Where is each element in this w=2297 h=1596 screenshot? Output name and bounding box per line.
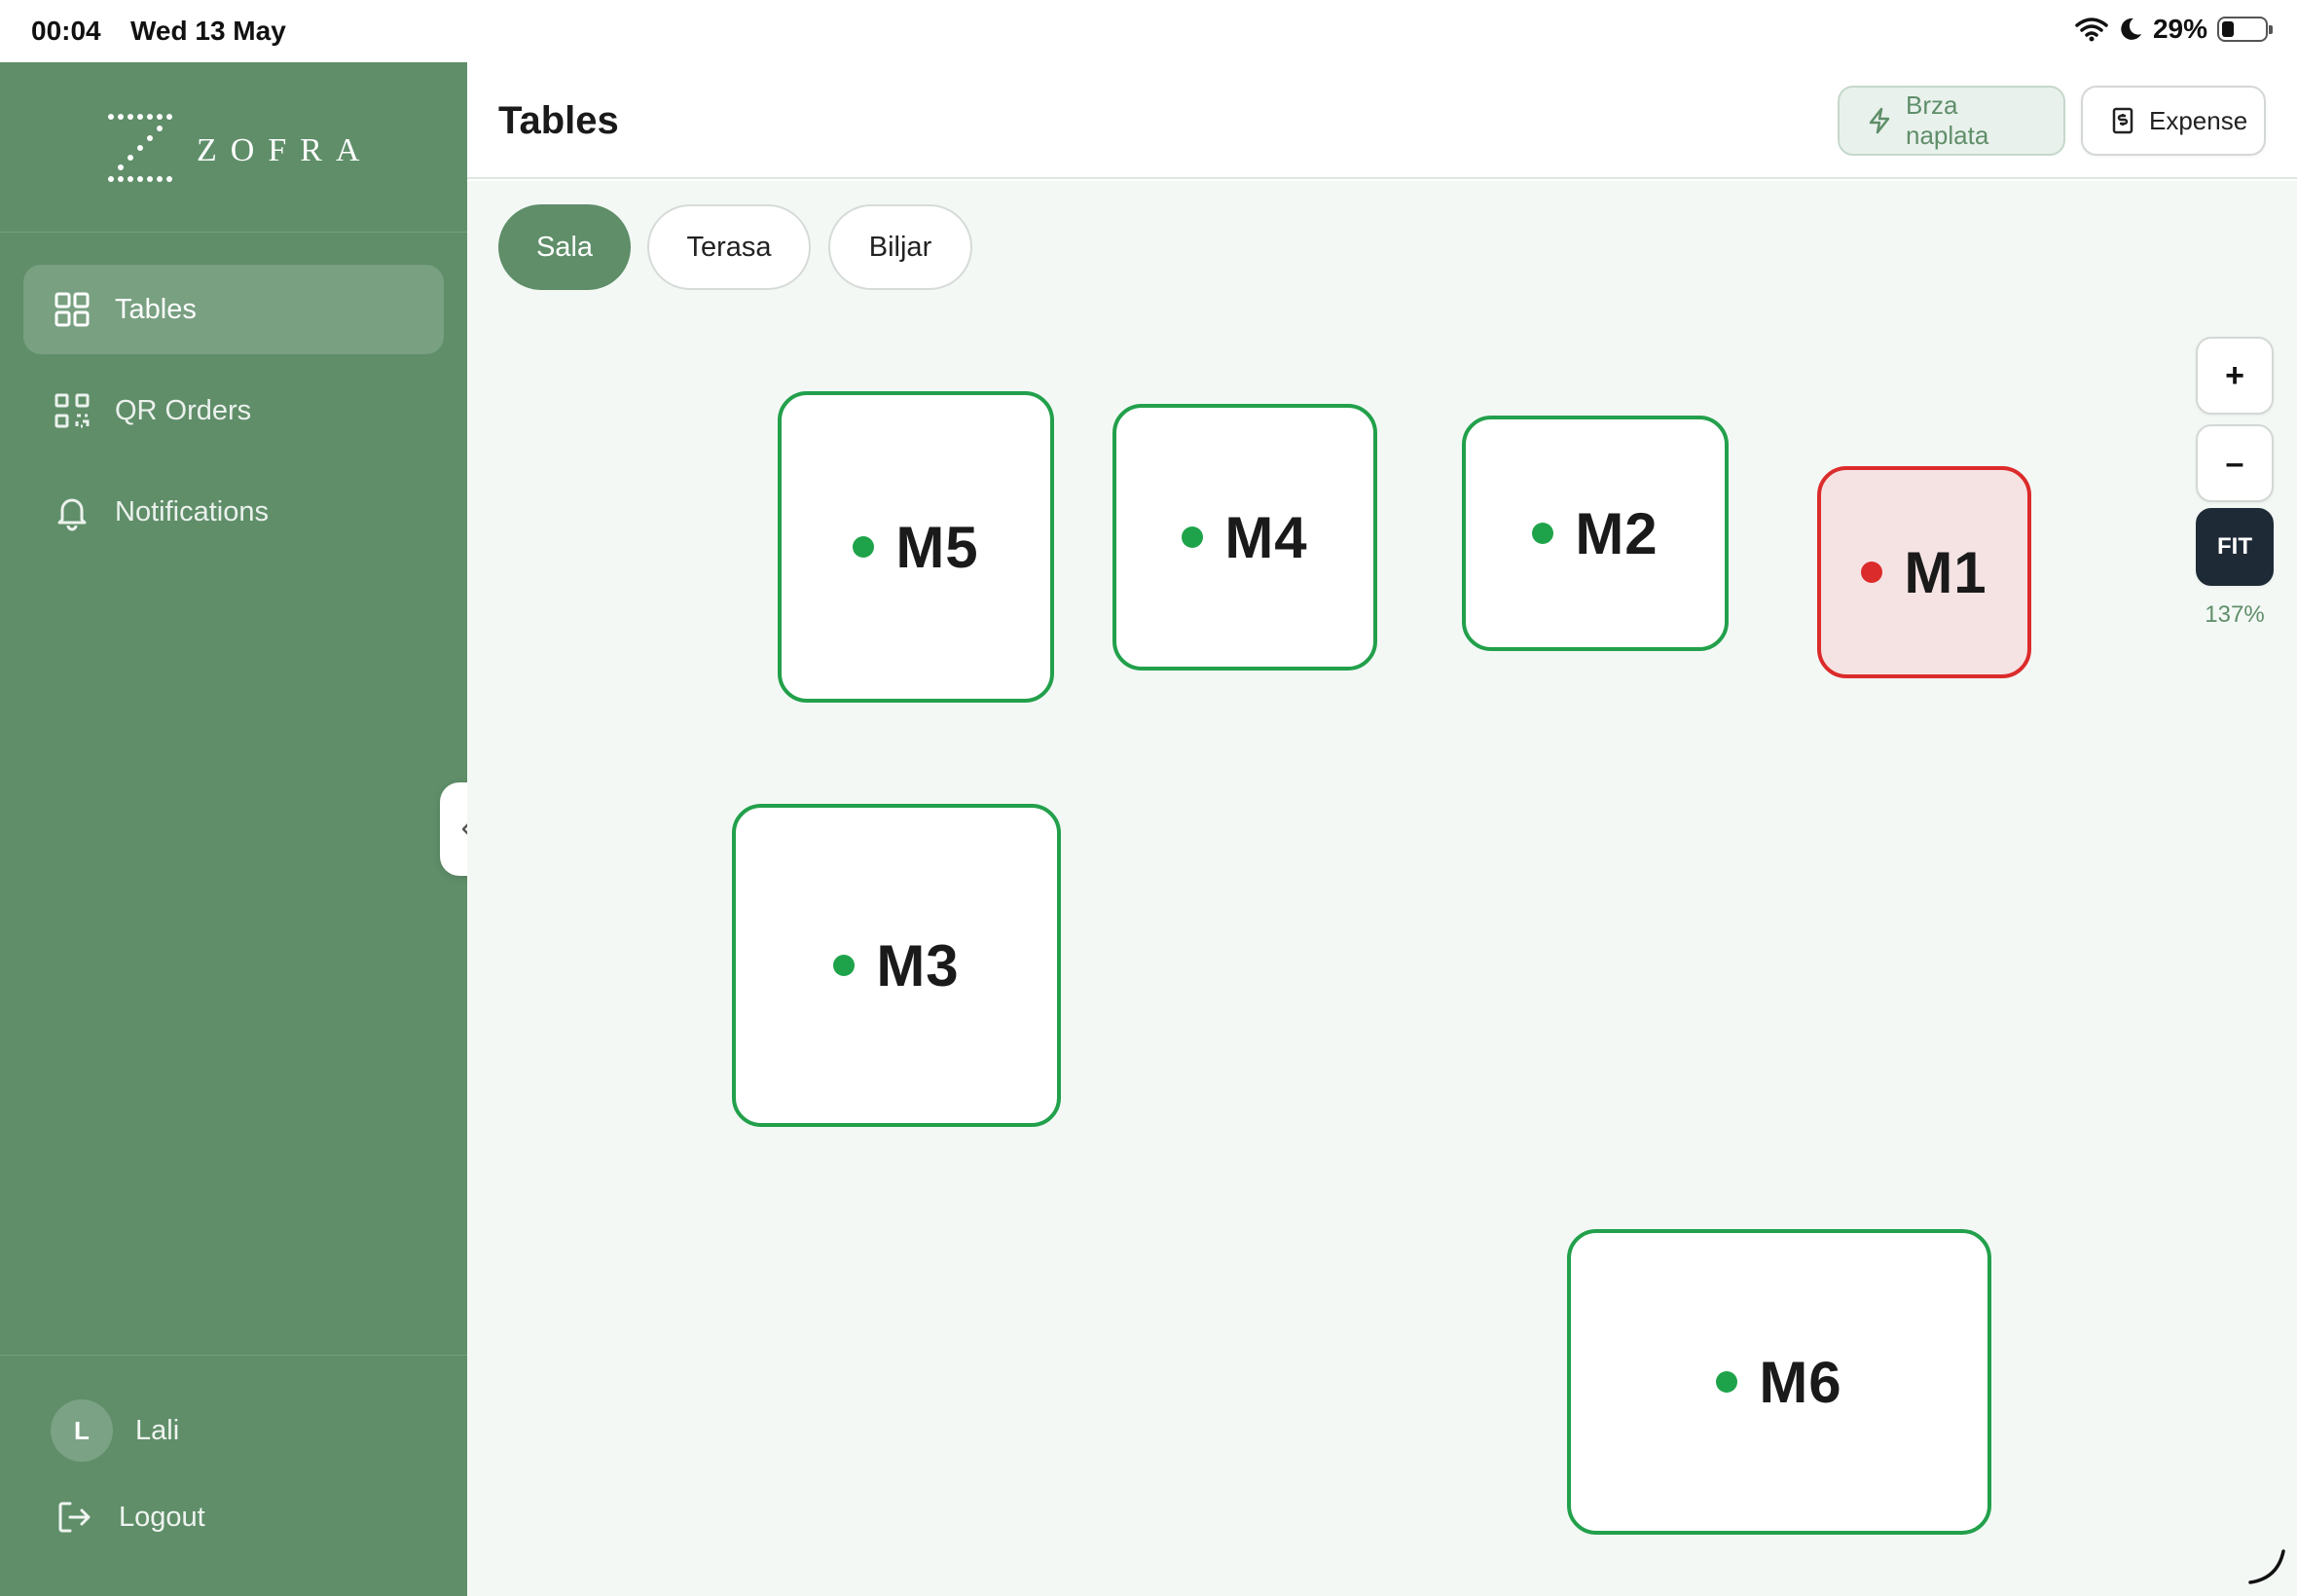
table-card-m2[interactable]: M2	[1462, 416, 1729, 651]
zoom-level: 137%	[2205, 601, 2265, 628]
tab-biljar[interactable]: Biljar	[828, 204, 972, 290]
table-name: M3	[876, 932, 960, 998]
status-date: Wed 13 May	[130, 16, 286, 46]
table-name: M4	[1224, 504, 1308, 570]
battery-percent: 29%	[2152, 14, 2207, 44]
quick-pay-button[interactable]: Brza naplata	[1838, 86, 2065, 156]
quick-pay-label: Brza naplata	[1906, 91, 1989, 150]
zofra-logo-icon	[108, 114, 172, 182]
logout-icon	[55, 1498, 93, 1537]
sidebar-item-qr-orders[interactable]: QR Orders	[23, 366, 444, 455]
table-card-m5[interactable]: M5	[778, 391, 1054, 703]
status-dot	[1861, 562, 1883, 583]
page-title: Tables	[498, 99, 619, 142]
status-dot	[1182, 526, 1204, 548]
logout-label: Logout	[119, 1501, 205, 1533]
table-name: M5	[895, 514, 979, 580]
floor-plan-canvas[interactable]: Sala Terasa Biljar M5 M4 M2 M1 M3 M6 + –…	[467, 181, 2297, 1596]
status-bar: 00:04 Wed 13 May 29%	[0, 0, 2297, 62]
resize-handle-icon[interactable]	[2244, 1543, 2287, 1586]
main-header: Tables Brza naplata Expense	[467, 62, 2297, 179]
tab-terasa[interactable]: Terasa	[647, 204, 811, 290]
battery-icon	[2217, 17, 2273, 42]
sidebar-item-tables[interactable]: Tables	[23, 265, 444, 354]
table-card-m3[interactable]: M3	[732, 804, 1061, 1127]
bell-icon	[53, 492, 91, 531]
avatar[interactable]: L	[51, 1399, 113, 1462]
sidebar-item-label: QR Orders	[115, 394, 252, 426]
grid-icon	[53, 290, 91, 329]
expense-button[interactable]: Expense	[2081, 86, 2266, 156]
moon-icon	[2121, 18, 2141, 40]
zoom-in-button[interactable]: +	[2196, 337, 2274, 415]
table-card-m6[interactable]: M6	[1567, 1229, 1991, 1535]
sidebar-divider	[0, 1355, 467, 1356]
brand-logo: ZOFRA	[107, 113, 360, 183]
receipt-icon	[2108, 106, 2137, 135]
sidebar: ZOFRA Tables QR Orders Notifications L L…	[0, 62, 467, 1596]
sidebar-item-label: Tables	[115, 293, 197, 325]
sidebar-divider	[0, 232, 467, 233]
table-card-m4[interactable]: M4	[1112, 404, 1377, 671]
status-time: 00:04	[31, 16, 101, 46]
zoom-fit-button[interactable]: FIT	[2196, 508, 2274, 586]
wifi-icon	[2075, 18, 2108, 42]
table-name: M2	[1575, 500, 1659, 566]
zoom-out-button[interactable]: –	[2196, 424, 2274, 502]
logout-button[interactable]: Logout	[55, 1498, 205, 1537]
status-dot	[853, 536, 875, 558]
sidebar-item-label: Notifications	[115, 495, 269, 527]
table-card-m1[interactable]: M1	[1817, 466, 2031, 678]
status-dot	[1716, 1371, 1738, 1393]
user-name: Lali	[135, 1415, 180, 1446]
sidebar-item-notifications[interactable]: Notifications	[23, 467, 444, 557]
brand-name: ZOFRA	[197, 132, 374, 168]
lightning-icon	[1865, 106, 1894, 135]
status-indicators: 29%	[2075, 14, 2273, 45]
table-name: M6	[1759, 1349, 1842, 1415]
tab-sala[interactable]: Sala	[498, 204, 631, 290]
status-dot	[833, 955, 856, 976]
status-dot	[1532, 523, 1554, 544]
table-name: M1	[1904, 539, 1987, 605]
qr-code-icon	[53, 391, 91, 430]
expense-label: Expense	[2149, 105, 2248, 135]
